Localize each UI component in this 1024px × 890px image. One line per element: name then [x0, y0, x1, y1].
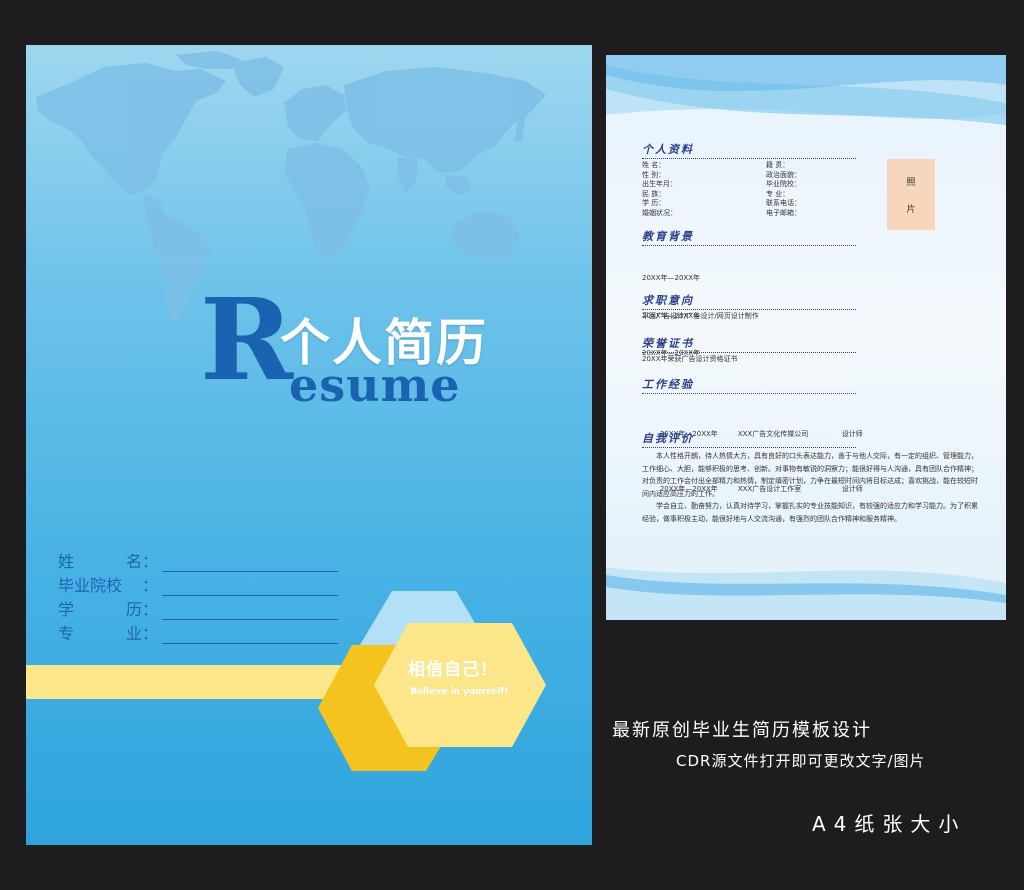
caption-line-1: 最新原创毕业生简历模板设计 [612, 720, 872, 741]
personal-left-4: 学 历： [642, 199, 666, 208]
personal-right-1: 政治面貌： [766, 170, 801, 179]
personal-right-2: 毕业院校： [766, 180, 801, 189]
section-title-work: 工作经验 [642, 376, 856, 394]
resume-cover: R 个人简历 esume 姓名： 毕业院校： 学历： 专业： 相信自己！ Bel… [26, 45, 592, 845]
personal-left-0: 姓 名： [642, 161, 666, 169]
photo-placeholder[interactable]: 照 片 [887, 159, 935, 230]
section-title-education: 教育背景 [642, 228, 856, 246]
section-title-job: 求职意向 [642, 292, 856, 310]
personal-left-5: 婚姻状况： [642, 208, 677, 217]
personal-right-0: 籍 贯： [766, 161, 790, 169]
personal-grid: 姓 名： 籍 贯： 性 别： 政治面貌： 出生年月： 毕业院校： 民 族： 专 … [642, 161, 856, 219]
personal-left-1: 性 别： [642, 170, 666, 179]
personal-left-3: 民 族： [642, 189, 666, 198]
section-title-self: 自我评价 [642, 430, 856, 448]
slogan-en: Believe in yourself! [410, 687, 509, 697]
self-paragraph-1: 本人性格开朗，待人热情大方，具有良好的口头表达能力，善于与他人交际，有一定的组织… [642, 452, 978, 498]
personal-right-4: 联系电话： [766, 199, 801, 208]
section-personal: 个人资料 姓 名： 籍 贯： 性 别： 政治面貌： 出生年月： 毕业院校： 民 … [642, 141, 856, 219]
photo-label-1: 照 [906, 177, 916, 188]
section-title-honors: 荣誉证书 [642, 335, 856, 353]
resume-inner-page: 个人资料 姓 名： 籍 贯： 性 别： 政治面貌： 出生年月： 毕业院校： 民 … [606, 55, 1006, 620]
caption-line-2: CDR源文件打开即可更改文字/图片 [676, 752, 926, 770]
hexagon-graphic [318, 591, 546, 771]
section-title-personal: 个人资料 [642, 141, 856, 159]
personal-right-5: 电子邮箱： [766, 208, 801, 217]
personal-left-2: 出生年月： [642, 180, 677, 189]
caption-line-3: A4纸张大小 [812, 812, 967, 836]
job-line: 平面广告设计/广告设计/网页设计制作 [642, 312, 759, 320]
self-paragraph-2: 学会自立、勤奋努力，认真对待学习，掌握扎实的专业技能知识，有较强的适应力和学习能… [642, 502, 978, 523]
personal-right-3: 专 业： [766, 189, 790, 198]
education-line: 20XX年—20XX年 [642, 274, 700, 282]
photo-label-2: 片 [906, 204, 916, 215]
slogan-cn: 相信自己！ [408, 660, 498, 680]
section-honors: 荣誉证书 20XX年荣获广告设计资格证书 [642, 335, 856, 365]
section-job: 求职意向 平面广告设计/广告设计/网页设计制作 [642, 292, 856, 322]
honors-line: 20XX年荣获广告设计资格证书 [642, 355, 738, 363]
section-self: 自我评价 本人性格开朗，待人热情大方，具有良好的口头表达能力，善于与他人交际，有… [642, 430, 978, 526]
